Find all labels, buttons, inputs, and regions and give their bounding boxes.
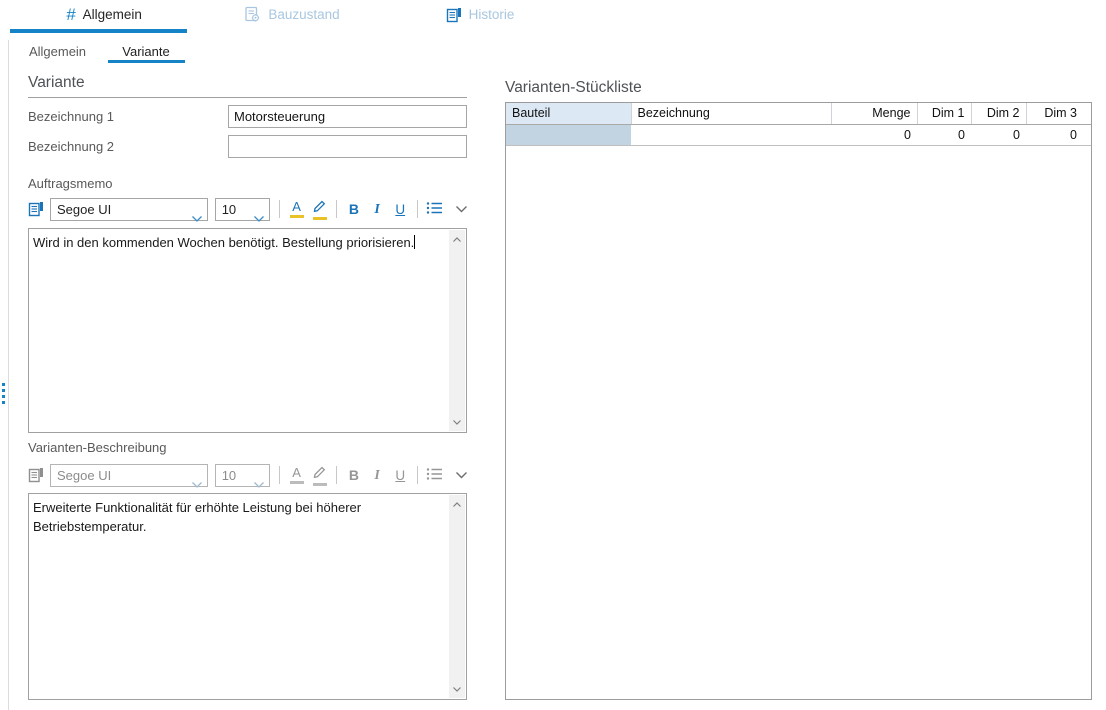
col-header-dim1[interactable]: Dim 1 bbox=[917, 103, 971, 124]
font-size-value: 10 bbox=[222, 468, 236, 483]
bezeichnung2-input[interactable] bbox=[228, 135, 467, 158]
font-family-select[interactable]: Segoe UI bbox=[50, 198, 208, 221]
bezeichnung1-row: Bezeichnung 1 bbox=[28, 105, 467, 128]
cell-dim3[interactable]: 0 bbox=[1026, 124, 1091, 145]
font-size-select[interactable]: 10 bbox=[215, 198, 270, 221]
chevron-down-icon bbox=[192, 207, 202, 228]
tab-historie[interactable]: Historie bbox=[386, 0, 574, 29]
pencil-icon bbox=[312, 199, 327, 215]
bold-button[interactable]: B bbox=[342, 196, 365, 222]
cell-menge[interactable]: 0 bbox=[831, 124, 917, 145]
memo-journal-icon bbox=[28, 467, 44, 483]
col-header-bezeichnung[interactable]: Bezeichnung bbox=[631, 103, 831, 124]
table-row: 0 0 0 0 bbox=[506, 124, 1091, 145]
underline-button: U bbox=[389, 462, 412, 488]
active-subtab-underline bbox=[108, 60, 185, 63]
toolbar-overflow-button[interactable] bbox=[456, 206, 467, 213]
text-caret bbox=[414, 235, 415, 249]
tab-label: Historie bbox=[469, 7, 515, 22]
font-color-button[interactable]: A bbox=[285, 196, 308, 222]
top-tab-bar: # Allgemein Bauzustand bbox=[10, 0, 574, 29]
tab-allgemein[interactable]: # Allgemein bbox=[10, 0, 198, 29]
stueckliste-section-title: Varianten-Stückliste bbox=[505, 79, 642, 97]
scroll-down-icon[interactable] bbox=[449, 681, 465, 697]
bullet-list-icon bbox=[426, 201, 443, 218]
variante-panel: Variante Bezeichnung 1 Bezeichnung 2 Auf… bbox=[28, 72, 467, 704]
italic-icon: I bbox=[374, 203, 379, 216]
col-header-bauteil[interactable]: Bauteil bbox=[506, 103, 631, 124]
col-header-dim3[interactable]: Dim 3 bbox=[1026, 103, 1091, 124]
variante-section-title: Variante bbox=[28, 74, 85, 92]
bullet-list-button bbox=[423, 462, 446, 488]
beschreibung-toolbar: Segoe UI 10 A bbox=[28, 461, 467, 489]
italic-icon: I bbox=[374, 469, 379, 482]
highlight-button[interactable] bbox=[308, 196, 331, 222]
italic-button[interactable]: I bbox=[365, 196, 388, 222]
auftragsmemo-textarea[interactable]: Wird in den kommenden Wochen benötigt. B… bbox=[28, 228, 467, 433]
auftragsmemo-text: Wird in den kommenden Wochen benötigt. B… bbox=[29, 229, 448, 432]
panel-divider bbox=[8, 40, 9, 710]
underline-button[interactable]: U bbox=[389, 196, 412, 222]
auftragsmemo-toolbar: Segoe UI 10 A bbox=[28, 195, 467, 223]
font-family-select: Segoe UI bbox=[50, 464, 208, 487]
col-header-dim2[interactable]: Dim 2 bbox=[971, 103, 1026, 124]
beschreibung-scrollbar[interactable] bbox=[449, 495, 465, 698]
font-color-icon: A bbox=[292, 466, 301, 479]
bezeichnung2-row: Bezeichnung 2 bbox=[28, 135, 467, 158]
underline-icon: U bbox=[395, 203, 405, 216]
scroll-up-icon[interactable] bbox=[449, 496, 465, 512]
app-window: # Allgemein Bauzustand bbox=[0, 0, 1106, 710]
bold-button: B bbox=[342, 462, 365, 488]
scroll-down-icon[interactable] bbox=[449, 414, 465, 430]
font-size-select: 10 bbox=[215, 464, 270, 487]
font-family-value: Segoe UI bbox=[57, 202, 111, 217]
beschreibung-label: Varianten-Beschreibung bbox=[28, 440, 167, 455]
bezeichnung1-input[interactable] bbox=[228, 105, 467, 128]
scroll-up-icon[interactable] bbox=[449, 231, 465, 247]
auftragsmemo-label: Auftragsmemo bbox=[28, 176, 113, 191]
journal-icon bbox=[446, 7, 462, 23]
bezeichnung2-label: Bezeichnung 2 bbox=[28, 139, 114, 154]
font-size-value: 10 bbox=[222, 202, 236, 217]
pencil-icon bbox=[312, 465, 327, 481]
chevron-down-icon bbox=[254, 207, 264, 228]
document-gear-icon bbox=[244, 6, 261, 23]
bezeichnung1-label: Bezeichnung 1 bbox=[28, 109, 114, 124]
cell-dim2[interactable]: 0 bbox=[971, 124, 1026, 145]
chevron-down-icon bbox=[254, 473, 264, 494]
font-color-button: A bbox=[285, 462, 308, 488]
memo-journal-icon bbox=[28, 201, 44, 217]
cell-bezeichnung[interactable] bbox=[631, 124, 831, 145]
bullet-list-icon bbox=[426, 467, 443, 484]
beschreibung-text: Erweiterte Funktionalität für erhöhte Le… bbox=[29, 494, 448, 699]
subtab-allgemein[interactable]: Allgemein bbox=[8, 40, 107, 63]
tab-label: Allgemein bbox=[83, 7, 142, 22]
tab-label: Bauzustand bbox=[268, 7, 339, 22]
active-tab-underline bbox=[10, 29, 187, 33]
bullet-list-button[interactable] bbox=[423, 196, 446, 222]
highlight-button bbox=[308, 462, 331, 488]
col-header-menge[interactable]: Menge bbox=[831, 103, 917, 124]
stueckliste-table: Bauteil Bezeichnung Menge Dim 1 Dim 2 Di… bbox=[505, 102, 1092, 700]
chevron-down-icon bbox=[192, 473, 202, 494]
italic-button: I bbox=[365, 462, 388, 488]
table-header-row: Bauteil Bezeichnung Menge Dim 1 Dim 2 Di… bbox=[506, 103, 1091, 124]
tab-bauzustand[interactable]: Bauzustand bbox=[198, 0, 386, 29]
toolbar-overflow-button[interactable] bbox=[456, 472, 467, 479]
bold-icon: B bbox=[349, 203, 359, 216]
underline-icon: U bbox=[395, 469, 405, 482]
hash-icon: # bbox=[66, 6, 75, 23]
memo-scrollbar[interactable] bbox=[449, 230, 465, 431]
section-rule bbox=[28, 97, 467, 98]
cell-dim1[interactable]: 0 bbox=[917, 124, 971, 145]
cell-bauteil[interactable] bbox=[506, 124, 631, 145]
splitter-handle[interactable] bbox=[1, 383, 6, 407]
font-family-value: Segoe UI bbox=[57, 468, 111, 483]
beschreibung-textarea[interactable]: Erweiterte Funktionalität für erhöhte Le… bbox=[28, 493, 467, 700]
font-color-icon: A bbox=[292, 200, 301, 213]
bold-icon: B bbox=[349, 469, 359, 482]
